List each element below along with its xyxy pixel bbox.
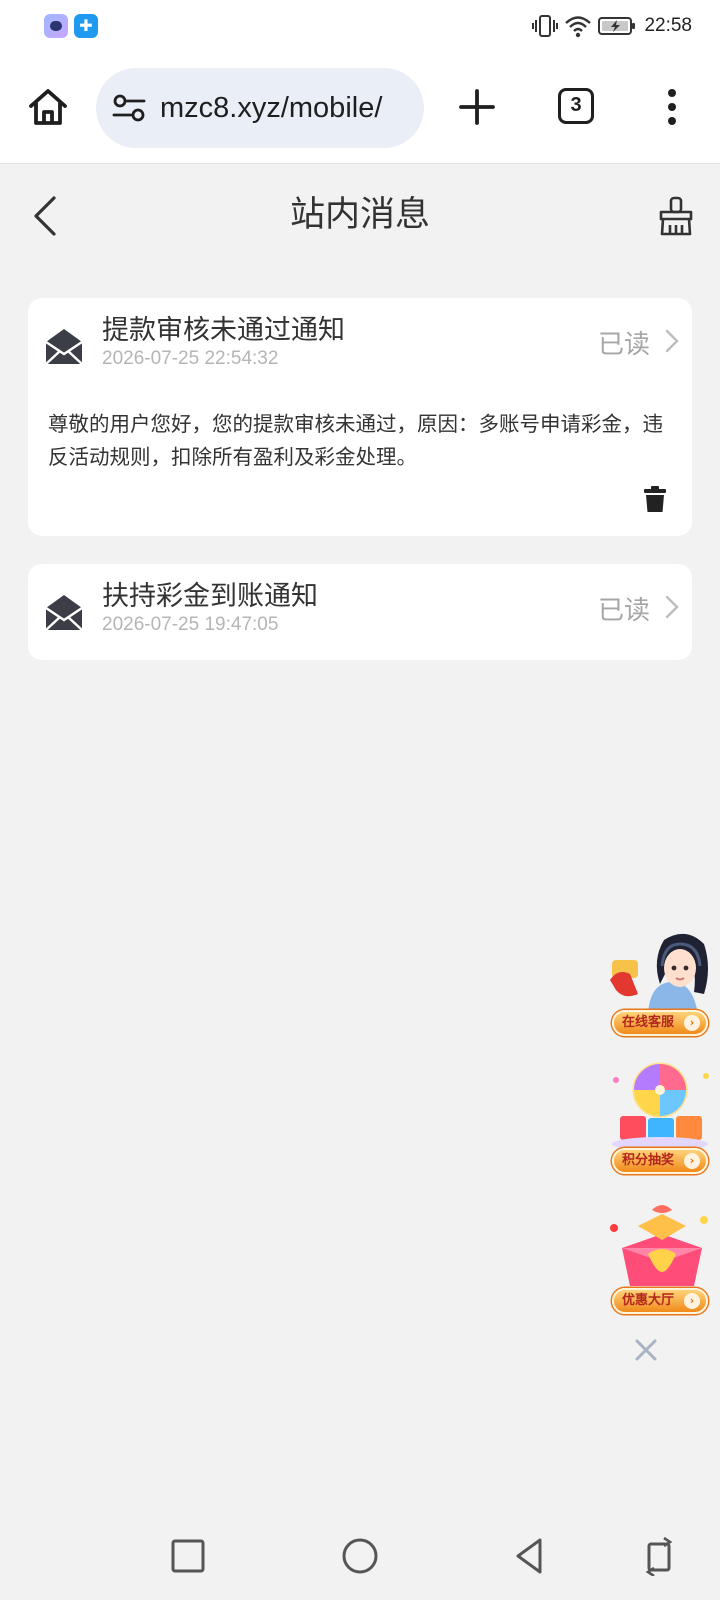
assistant-app-icon: [44, 14, 68, 38]
battery-charging-icon: [598, 17, 636, 35]
points-lottery-widget[interactable]: 积分抽奖 ›: [608, 1060, 716, 1178]
promotions-hall-widget[interactable]: 优惠大厅 ›: [608, 1200, 716, 1318]
tab-switcher-button[interactable]: 3: [558, 88, 594, 124]
read-status: 已读: [597, 330, 650, 360]
trash-icon[interactable]: [644, 486, 666, 512]
close-icon[interactable]: [632, 1336, 660, 1364]
open-envelope-icon: [45, 329, 83, 365]
address-bar[interactable]: mzc8.xyz/mobile/: [96, 68, 424, 148]
widget-label: 在线客服: [622, 1015, 675, 1030]
chevron-right-icon: [665, 329, 679, 353]
widget-label: 积分抽奖: [622, 1153, 675, 1168]
rotate-screen-icon[interactable]: [640, 1536, 680, 1576]
read-status: 已读: [597, 596, 650, 626]
broom-clear-icon[interactable]: [656, 194, 696, 238]
home-icon[interactable]: [26, 85, 70, 129]
page-title: 站内消息: [289, 195, 430, 235]
message-title: 提款审核未通过通知: [102, 315, 345, 346]
browser-toolbar: mzc8.xyz/mobile/ 3: [0, 52, 720, 164]
url-text[interactable]: mzc8.xyz/mobile/: [160, 68, 410, 148]
message-title: 扶持彩金到账通知: [102, 581, 318, 612]
message-card[interactable]: 提款审核未通过通知 2026-07-25 22:54:32 已读 尊敬的用户您好…: [28, 298, 692, 536]
points-lottery-label[interactable]: 积分抽奖 ›: [612, 1148, 708, 1174]
chevron-right-icon: ›: [684, 1153, 700, 1169]
back-triangle-icon[interactable]: [510, 1536, 550, 1576]
system-navigation-bar: [0, 1520, 720, 1600]
online-support-label[interactable]: 在线客服 ›: [612, 1010, 708, 1036]
customer-service-agent-icon: [610, 933, 708, 1014]
vibrate-icon: [532, 15, 559, 37]
status-bar: ✚ 22:58: [0, 0, 720, 52]
message-time: 2026-07-25 19:47:05: [102, 614, 279, 635]
promotions-hall-label[interactable]: 优惠大厅 ›: [612, 1288, 708, 1314]
puzzle-app-icon: ✚: [74, 14, 98, 38]
wifi-icon: [565, 16, 592, 38]
new-tab-icon[interactable]: [455, 85, 499, 129]
widget-label: 优惠大厅: [622, 1293, 675, 1308]
chevron-right-icon: ›: [684, 1293, 700, 1309]
chevron-right-icon: ›: [684, 1015, 700, 1031]
chevron-right-icon: [665, 595, 679, 619]
gift-box-icon: [610, 1205, 708, 1286]
back-arrow-icon[interactable]: [28, 194, 64, 238]
online-support-widget[interactable]: 在线客服 ›: [608, 924, 716, 1040]
recent-apps-icon[interactable]: [168, 1536, 208, 1576]
message-time: 2026-07-25 22:54:32: [102, 348, 279, 369]
clock: 22:58: [644, 15, 692, 36]
message-card[interactable]: 扶持彩金到账通知 2026-07-25 19:47:05 已读: [28, 564, 692, 660]
message-body: 尊敬的用户您好，您的提款审核未通过，原因：多账号申请彩金，违反活动规则，扣除所有…: [48, 412, 663, 469]
site-settings-icon[interactable]: [112, 92, 146, 124]
home-circle-icon[interactable]: [340, 1536, 380, 1576]
open-envelope-icon: [45, 595, 83, 631]
prize-wheel-icon: [612, 1062, 709, 1151]
more-menu-icon[interactable]: [660, 85, 684, 129]
